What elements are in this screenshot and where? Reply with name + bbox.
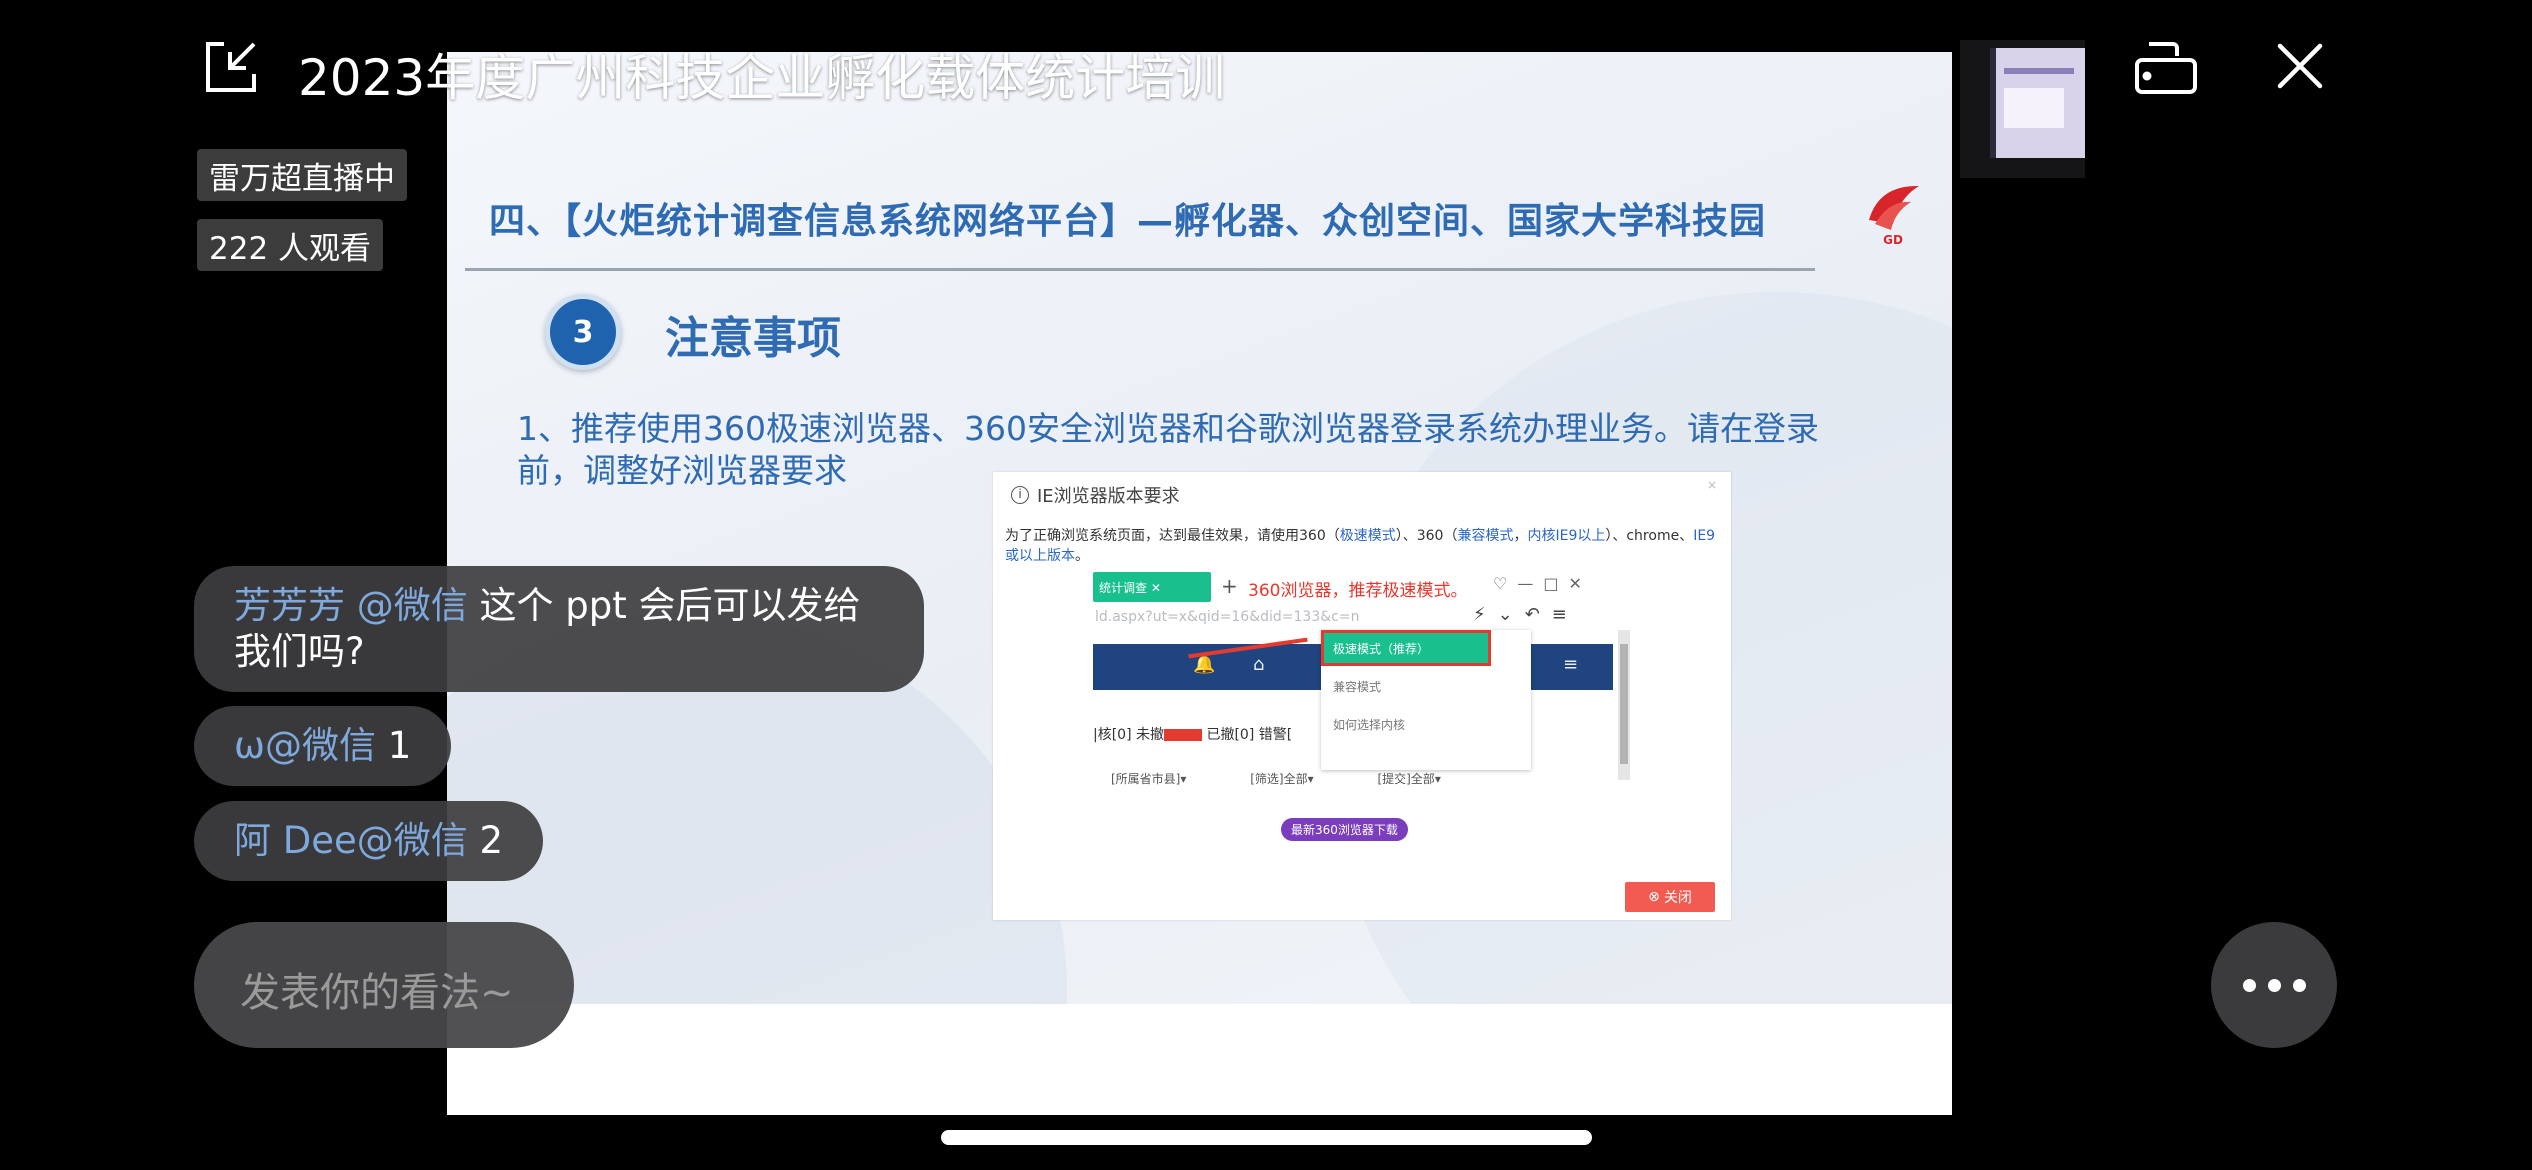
dialog-close-button: ⊗ 关闭	[1625, 882, 1715, 912]
menu-icon: ≡	[1563, 654, 1579, 675]
dialog-title-text: IE浏览器版本要求	[1037, 486, 1180, 507]
svg-text:GD: GD	[1883, 233, 1903, 247]
redaction-mark	[1164, 729, 1202, 741]
browser-promo-text: 360浏览器，推荐极速模式。	[1248, 581, 1468, 601]
torch-logo-icon: GD	[1869, 185, 1919, 247]
desc-text: 。	[1075, 548, 1089, 564]
dialog-title: i IE浏览器版本要求	[1011, 482, 1180, 508]
desc-text: ）、chrome、	[1605, 528, 1694, 544]
viewer-count-badge: 222 人观看	[197, 219, 384, 271]
dialog-description: 为了正确浏览系统页面，达到最佳效果，请使用360（极速模式）、360（兼容模式，…	[1005, 526, 1721, 566]
slide-divider	[465, 268, 1815, 271]
browser-requirement-dialog: i IE浏览器版本要求 × 为了正确浏览系统页面，达到最佳效果，请使用360（极…	[993, 472, 1731, 920]
address-bar: ld.aspx?ut=x&qid=16&did=133&c=n	[1095, 609, 1360, 625]
new-tab-icon: +	[1221, 574, 1238, 598]
chat-text: 2	[467, 819, 504, 862]
rotate-screen-icon[interactable]	[2133, 36, 2199, 96]
dialog-close-icon: ×	[1706, 478, 1717, 492]
comment-input[interactable]: 发表你的看法~	[194, 922, 574, 1048]
slide-heading: 四、【火炬统计调查信息系统网络平台】—孵化器、众创空间、国家大学科技园	[489, 201, 1767, 242]
chat-message: ω@微信 1	[194, 706, 452, 786]
more-options-icon[interactable]	[2211, 922, 2337, 1048]
kernel-mode-menu: 极速模式（推荐） 兼容模式 如何选择内核	[1321, 630, 1531, 770]
menu-item-compat-mode: 兼容模式	[1333, 680, 1382, 694]
window-controls-icon: ♡—□✕	[1493, 574, 1592, 593]
chat-user: 阿 Dee@微信	[234, 819, 468, 862]
browser-tab-label: 统计调查	[1099, 581, 1148, 595]
download-360-button: 最新360浏览器下载	[1281, 818, 1408, 841]
host-live-badge: 雷万超直播中	[197, 149, 407, 201]
desc-text: ）、360（	[1395, 528, 1458, 544]
status-row: |核[0] 未撤 已撤[0] 错警[	[1093, 724, 1292, 744]
desc-fast-mode: 极速模式	[1339, 528, 1396, 544]
desc-compat-mode: 兼容模式	[1457, 528, 1514, 544]
chat-user: 芳芳芳 @微信	[234, 584, 468, 627]
info-icon: i	[1011, 486, 1029, 504]
address-bar-icons: ⚡⌄↶≡	[1473, 604, 1579, 625]
screenshot-scrollbar	[1618, 630, 1630, 780]
chat-message: 阿 Dee@微信 2	[194, 801, 544, 881]
chat-text: 1	[375, 724, 412, 767]
menu-item-fast-mode: 极速模式（推荐）	[1321, 630, 1491, 666]
filter-row: [所属省市县]▾ [筛选]全部▾ [提交]全部▾	[1111, 772, 1441, 786]
presentation-slide: 四、【火炬统计调查信息系统网络平台】—孵化器、众创空间、国家大学科技园 GD 3…	[447, 52, 1952, 1004]
home-icon: ⌂	[1253, 654, 1265, 675]
filter-filter: [筛选]全部	[1250, 772, 1308, 786]
filter-submit: [提交]全部	[1377, 772, 1435, 786]
browser-screenshot: 统计调查 ✕ + 360浏览器，推荐极速模式。 ♡—□✕ ld.aspx?ut=…	[1093, 572, 1633, 812]
close-icon[interactable]	[2270, 36, 2330, 96]
home-indicator[interactable]	[941, 1130, 1592, 1145]
desc-kernel: 内核IE9以上	[1527, 528, 1606, 544]
stream-title: 2023年度广州科技企业孵化载体统计培训	[298, 49, 1226, 107]
camera-thumbnail[interactable]	[1960, 40, 2085, 178]
minimize-window-icon[interactable]	[202, 38, 260, 96]
menu-item-howto: 如何选择内核	[1333, 718, 1406, 732]
filter-city: [所属省市县]	[1111, 772, 1181, 786]
desc-text: 为了正确浏览系统页面，达到最佳效果，请使用360（	[1005, 528, 1340, 544]
step-number-badge: 3	[545, 294, 621, 370]
thumbnail-screen	[1990, 48, 2085, 158]
step-title: 注意事项	[665, 313, 841, 364]
desc-text: ，	[1513, 528, 1528, 544]
chat-user: ω@微信	[234, 724, 376, 767]
status-row-text: |核[0] 未撤	[1093, 727, 1164, 743]
chat-message: 芳芳芳 @微信 这个 ppt 会后可以发给我们吗?	[194, 566, 924, 692]
dialog-close-label: 关闭	[1663, 890, 1692, 906]
browser-tab: 统计调查 ✕	[1093, 572, 1211, 602]
status-row-text: 已撤[0] 错警[	[1206, 727, 1293, 743]
